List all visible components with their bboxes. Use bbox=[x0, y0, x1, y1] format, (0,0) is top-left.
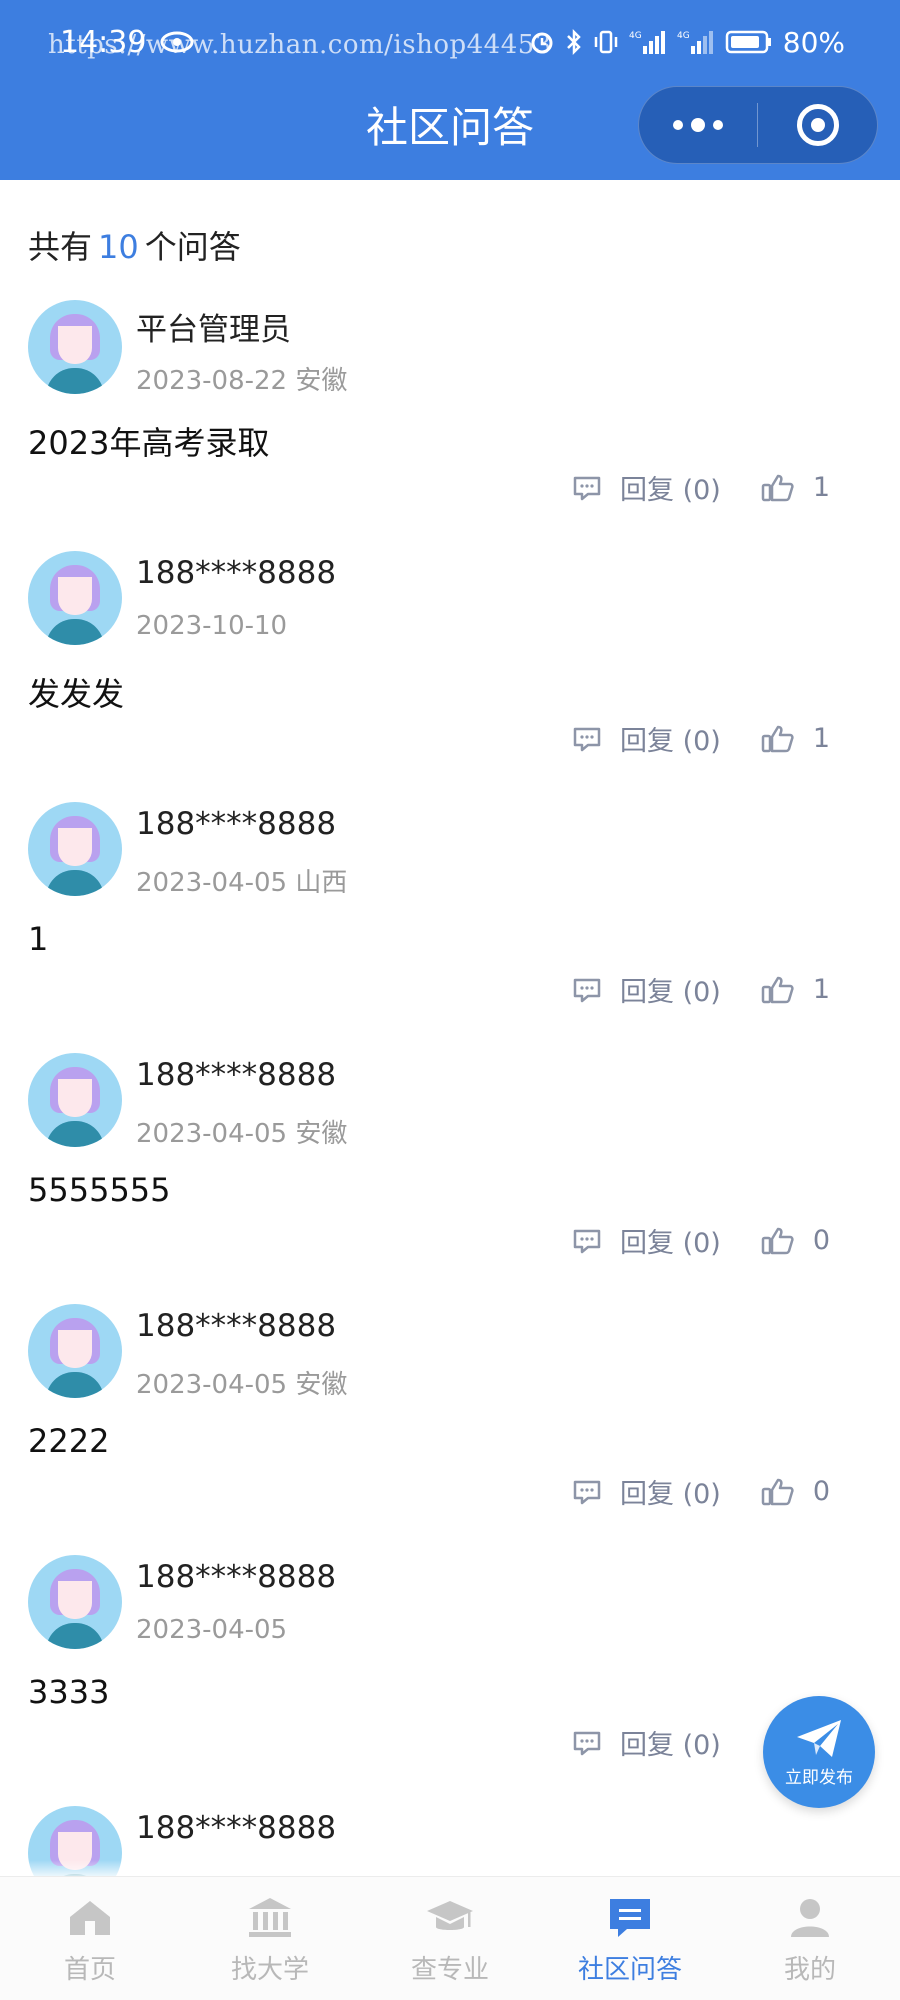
list-item[interactable]: 188****8888 2023-04-05 山西 1 回复 (0) 1 bbox=[0, 802, 900, 1052]
dot-icon bbox=[673, 120, 683, 130]
avatar[interactable] bbox=[28, 1053, 122, 1147]
publish-label: 立即发布 bbox=[785, 1767, 853, 1788]
paper-plane-icon bbox=[797, 1719, 841, 1757]
like-count: 1 bbox=[812, 472, 831, 503]
target-icon bbox=[796, 104, 839, 146]
user-icon bbox=[791, 1899, 829, 1937]
list-item[interactable]: 平台管理员 2023-08-22 安徽 2023年高考录取 回复 (0) 1 bbox=[0, 300, 900, 550]
avatar[interactable] bbox=[28, 300, 122, 394]
thumbs-up-icon[interactable] bbox=[761, 1477, 795, 1507]
miniprogram-capsule bbox=[638, 86, 878, 164]
post-meta: 2023-04-05 bbox=[136, 1615, 288, 1645]
reply-button[interactable]: 回复 (0) bbox=[620, 970, 721, 1009]
count-prefix: 共有 bbox=[28, 228, 93, 266]
reply-button[interactable]: 回复 (0) bbox=[620, 1472, 721, 1511]
thumbs-up-icon[interactable] bbox=[761, 724, 795, 754]
tab-label: 找大学 bbox=[230, 1955, 309, 1985]
more-button[interactable] bbox=[639, 87, 757, 163]
tab-major[interactable]: 查专业 bbox=[360, 1877, 540, 2000]
post-actions: 回复 (0) 1 bbox=[572, 468, 830, 507]
signal-icon-2: 4G bbox=[677, 31, 713, 54]
svg-text:4G: 4G bbox=[629, 31, 642, 41]
author-name: 188****8888 bbox=[136, 555, 337, 591]
comment-icon[interactable] bbox=[572, 977, 602, 1003]
thumbs-up-icon[interactable] bbox=[761, 473, 795, 503]
comment-icon[interactable] bbox=[572, 475, 602, 501]
tab-label: 查专业 bbox=[410, 1955, 489, 1985]
dot-icon bbox=[713, 120, 723, 130]
post-content: 5555555 bbox=[28, 1171, 171, 1209]
list-item[interactable]: 188****8888 2023-10-10 发发发 回复 (0) 1 bbox=[0, 551, 900, 801]
comment-icon[interactable] bbox=[572, 1228, 602, 1254]
author-name: 188****8888 bbox=[136, 1559, 337, 1595]
post-meta: 2023-10-10 bbox=[136, 611, 288, 641]
like-count: 1 bbox=[812, 974, 831, 1005]
count-number: 10 bbox=[98, 228, 139, 266]
like-count: 0 bbox=[812, 1476, 831, 1507]
tab-community[interactable]: 社区问答 bbox=[540, 1877, 720, 2000]
chat-bubble-icon bbox=[610, 1899, 650, 1937]
avatar[interactable] bbox=[28, 802, 122, 896]
question-count: 共有 10 个问答 bbox=[28, 222, 241, 268]
home-icon bbox=[70, 1901, 110, 1935]
tab-university[interactable]: 找大学 bbox=[180, 1877, 360, 2000]
university-icon bbox=[249, 1898, 291, 1937]
tab-label: 社区问答 bbox=[577, 1955, 682, 1985]
avatar[interactable] bbox=[28, 1304, 122, 1398]
thumbs-up-icon[interactable] bbox=[761, 975, 795, 1005]
post-actions: 回复 (0) 1 bbox=[572, 719, 830, 758]
comment-icon[interactable] bbox=[572, 1479, 602, 1505]
author-name: 188****8888 bbox=[136, 1057, 337, 1093]
post-content: 3333 bbox=[28, 1673, 110, 1711]
post-meta: 2023-08-22 安徽 bbox=[136, 366, 348, 396]
vibrate-icon bbox=[594, 30, 618, 54]
app-header: 14:39 4G 4G 80% https://www.huzhan.com/i… bbox=[0, 0, 900, 180]
comment-icon[interactable] bbox=[572, 726, 602, 752]
battery-icon bbox=[725, 30, 771, 54]
svg-text:4G: 4G bbox=[677, 31, 690, 41]
author-name: 188****8888 bbox=[136, 1810, 337, 1846]
like-count: 1 bbox=[812, 723, 831, 754]
author-name: 188****8888 bbox=[136, 806, 337, 842]
post-actions: 回复 (0) 0 bbox=[572, 1221, 830, 1260]
tab-home[interactable]: 首页 bbox=[0, 1877, 180, 2000]
post-actions: 回复 (0) 1 bbox=[572, 970, 830, 1009]
list-item[interactable]: 188****8888 2023-04-05 安徽 2222 回复 (0) 0 bbox=[0, 1304, 900, 1554]
author-name: 平台管理员 bbox=[136, 312, 291, 348]
post-content: 2222 bbox=[28, 1422, 110, 1460]
publish-button[interactable]: 立即发布 bbox=[763, 1696, 875, 1808]
like-count: 0 bbox=[812, 1225, 831, 1256]
list-item[interactable]: 188****8888 2023-04-05 安徽 5555555 回复 (0)… bbox=[0, 1053, 900, 1303]
post-meta: 2023-04-05 山西 bbox=[136, 868, 348, 898]
post-actions: 回复 (0) 0 bbox=[572, 1472, 830, 1511]
tab-label: 首页 bbox=[63, 1955, 116, 1985]
close-miniprogram-button[interactable] bbox=[758, 87, 877, 163]
post-content: 发发发 bbox=[28, 675, 125, 713]
graduation-cap-icon bbox=[427, 1901, 473, 1930]
reply-button[interactable]: 回复 (0) bbox=[620, 719, 721, 758]
battery-level: 80% bbox=[782, 25, 845, 59]
tab-mine[interactable]: 我的 bbox=[720, 1877, 900, 2000]
author-name: 188****8888 bbox=[136, 1308, 337, 1344]
post-meta: 2023-04-05 安徽 bbox=[136, 1119, 348, 1149]
bottom-tab-bar: 首页 找大学 查专业 社区问答 我的 bbox=[0, 1876, 900, 2000]
avatar[interactable] bbox=[28, 551, 122, 645]
post-meta: 2023-04-05 安徽 bbox=[136, 1370, 348, 1400]
avatar[interactable] bbox=[28, 1555, 122, 1649]
reply-button[interactable]: 回复 (0) bbox=[620, 468, 721, 507]
dot-icon bbox=[691, 118, 705, 132]
reply-button[interactable]: 回复 (0) bbox=[620, 1723, 721, 1762]
post-content: 2023年高考录取 bbox=[28, 424, 270, 462]
comment-icon[interactable] bbox=[572, 1730, 602, 1756]
tab-label: 我的 bbox=[783, 1955, 836, 1985]
post-content: 1 bbox=[28, 920, 49, 958]
signal-icon: 4G bbox=[629, 31, 665, 54]
post-actions: 回复 (0) bbox=[572, 1723, 721, 1762]
count-suffix: 个问答 bbox=[144, 228, 241, 266]
bluetooth-icon bbox=[566, 28, 581, 56]
reply-button[interactable]: 回复 (0) bbox=[620, 1221, 721, 1260]
watermark: https://www.huzhan.com/ishop44453 bbox=[48, 30, 552, 60]
thumbs-up-icon[interactable] bbox=[761, 1226, 795, 1256]
